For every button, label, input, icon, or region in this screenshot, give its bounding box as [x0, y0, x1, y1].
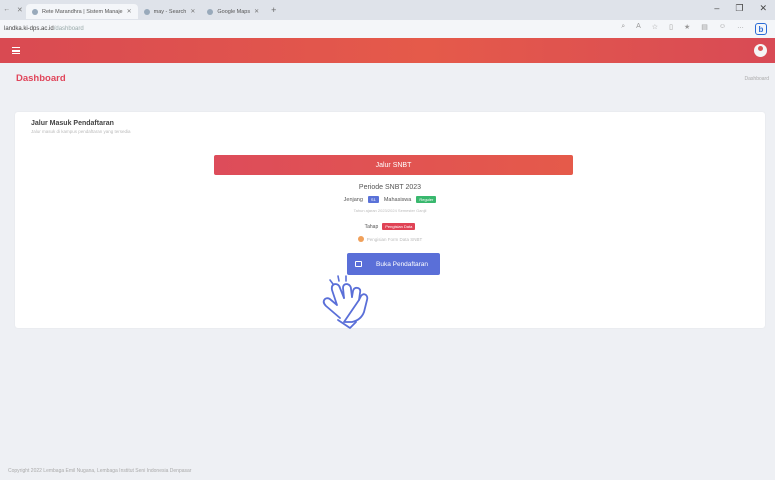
address-path: /dashboard [53, 26, 84, 32]
page-title: Dashboard [16, 73, 66, 84]
registration-card: Jalur Masuk Pendaftaran Jalur masuk di k… [15, 112, 765, 328]
footer-text: Copyright 2022 Lembaga Emil Nugana, Lemb… [8, 468, 192, 474]
back-icon[interactable]: ← [3, 6, 10, 14]
browser-tab-bar: ← ✕ Rete Marandhra | Sistem Manaje ✕ may… [0, 0, 775, 20]
tab-close-icon[interactable]: ✕ [190, 8, 195, 15]
tahap-badge: Pengisian Data [382, 223, 416, 230]
tab-close-icon[interactable]: ✕ [127, 8, 132, 15]
address-bar[interactable]: landka.ki-dps.ac.id/dashboard ⌕ A ☆ ▯ ★ … [0, 20, 775, 38]
favicon-icon [143, 8, 150, 15]
collections-icon[interactable]: ▤ [701, 23, 708, 35]
window-controls: – ❐ ✕ [714, 3, 767, 14]
tahap-row: Tahap Pengisian Data [15, 223, 765, 230]
favicon-icon [207, 8, 214, 15]
pointer-hand-icon [322, 275, 369, 329]
tahap-label: Tahap [364, 223, 379, 230]
avatar[interactable] [754, 44, 767, 57]
calendar-icon [355, 261, 362, 267]
periode-text: Periode SNBT 2023 [358, 184, 422, 191]
mahasiswa-label: Mahasiswa [383, 196, 412, 203]
favorites-icon[interactable]: ★ [684, 23, 690, 35]
bing-icon[interactable]: b [755, 23, 767, 35]
split-screen-icon[interactable]: ▯ [669, 23, 673, 35]
tahun-note: Tahun ajaran 2023/2024 Semester Ganjil [353, 208, 427, 213]
app-topbar [0, 38, 775, 63]
browser-toolbar-icons: ⌕ A ☆ ▯ ★ ▤ ☺ … b [621, 23, 767, 35]
minimize-icon[interactable]: – [714, 3, 719, 14]
address-host: landka.ki-dps.ac.id [4, 26, 54, 32]
jalur-snbt-button[interactable]: Jalur SNBT [214, 155, 573, 175]
card-subtitle: Jalur masuk di kampus pendaftaran yang t… [31, 129, 131, 134]
favicon-icon [32, 8, 38, 15]
role-row: Jenjang S1 Mahasiswa Reguler [15, 196, 765, 203]
new-tab-icon[interactable]: + [271, 5, 276, 15]
tab-close-icon[interactable]: ✕ [254, 8, 259, 15]
pengisian-row: Pengisian Form Data SNBT [15, 236, 765, 242]
buka-pendaftaran-label: Buka Pendaftaran [376, 260, 429, 268]
jenjang-badge: S1 [367, 196, 379, 203]
mahasiswa-badge: Reguler [416, 196, 437, 203]
more-icon[interactable]: … [737, 23, 744, 35]
card-title: Jalur Masuk Pendaftaran [31, 120, 114, 127]
close-icon[interactable]: ✕ [17, 6, 23, 14]
browser-tab[interactable]: may - Search ✕ [138, 4, 202, 19]
breadcrumb[interactable]: Dashboard [745, 76, 769, 82]
profile-icon[interactable]: ☺ [719, 23, 726, 35]
zoom-icon[interactable]: ⌕ [621, 23, 625, 35]
favorite-icon[interactable]: ☆ [652, 23, 658, 35]
menu-icon[interactable] [12, 47, 20, 54]
info-icon [357, 236, 364, 242]
browser-tab[interactable]: Google Maps ✕ [201, 4, 265, 19]
read-aloud-icon[interactable]: A [636, 23, 641, 35]
jenjang-label: Jenjang [343, 196, 363, 203]
restore-icon[interactable]: ❐ [735, 3, 743, 14]
browser-tab[interactable]: Rete Marandhra | Sistem Manaje ✕ [26, 4, 138, 19]
pengisian-note: Pengisian Form Data SNBT [366, 236, 423, 242]
browser-nav: ← ✕ [0, 6, 26, 14]
window-close-icon[interactable]: ✕ [759, 3, 767, 14]
